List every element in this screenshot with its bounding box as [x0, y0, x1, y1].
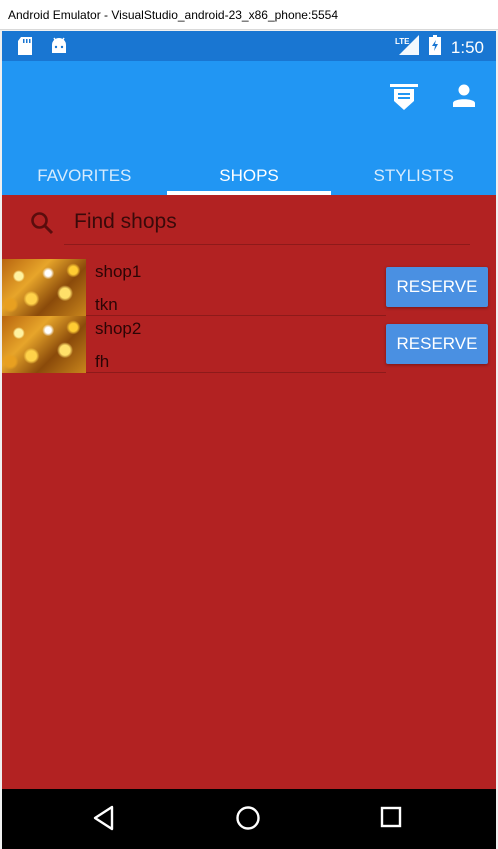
svg-text:LTE: LTE: [395, 37, 410, 46]
person-icon[interactable]: [452, 83, 476, 116]
search-underline: [64, 244, 470, 245]
status-bar: LTE 1:50: [2, 31, 496, 61]
shop-thumbnail: [2, 259, 86, 316]
emulator-title-bar: Android Emulator - VisualStudio_android-…: [0, 0, 498, 30]
search-input[interactable]: Find shops: [74, 210, 177, 234]
tab-bar: FAVORITES SHOPS STYLISTS: [2, 149, 496, 195]
app-bar: FAVORITES SHOPS STYLISTS: [2, 61, 496, 195]
back-icon[interactable]: [92, 805, 116, 836]
status-time: 1:50: [450, 37, 484, 57]
reserve-button[interactable]: RESERVE: [386, 324, 488, 364]
search-icon: [30, 211, 54, 240]
divider: [86, 372, 386, 373]
shop-thumbnail: [2, 316, 86, 373]
search-bar: Find shops: [2, 195, 496, 251]
shop-name: shop2: [95, 319, 142, 338]
reserve-button[interactable]: RESERVE: [386, 267, 488, 307]
shop-name: shop1: [95, 262, 142, 281]
shop-address: tkn: [95, 295, 118, 314]
home-icon[interactable]: [235, 805, 261, 836]
navigation-bar: [2, 789, 496, 849]
shop-sign-icon[interactable]: [390, 83, 418, 116]
recents-icon[interactable]: [379, 805, 403, 834]
lte-signal-icon: LTE: [395, 35, 419, 60]
sd-card-icon: [18, 37, 32, 60]
phone-screen: LTE 1:50 FAVORITES SHOPS STYLISTS Find s: [2, 31, 496, 849]
shop-address: fh: [95, 352, 110, 371]
list-item[interactable]: shop2 fh RESERVE: [2, 316, 496, 373]
list-item[interactable]: shop1 tkn RESERVE: [2, 259, 496, 316]
android-icon: [50, 37, 68, 60]
tab-stylists[interactable]: STYLISTS: [331, 149, 496, 195]
battery-icon: [428, 35, 441, 60]
window-title: Android Emulator - VisualStudio_android-…: [8, 8, 339, 22]
tab-favorites[interactable]: FAVORITES: [2, 149, 167, 195]
tab-shops[interactable]: SHOPS: [166, 149, 332, 195]
